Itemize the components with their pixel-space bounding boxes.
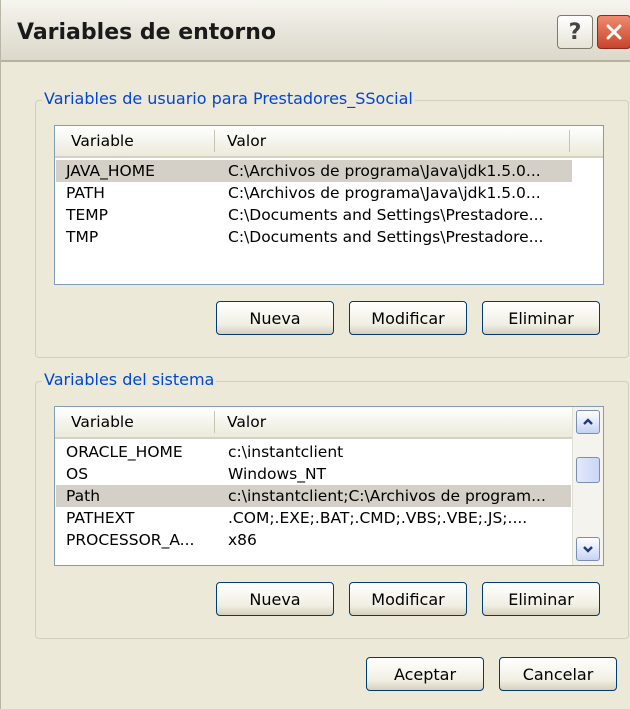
table-row[interactable]: JAVA_HOME C:\Archivos de programa\Java\jd…: [56, 160, 572, 182]
help-button[interactable]: ?: [557, 15, 593, 49]
variable-name-cell: TEMP: [66, 206, 108, 224]
list-header: Variable Valor: [55, 407, 573, 439]
table-row[interactable]: PROCESSOR_A... x86: [56, 529, 571, 551]
column-header-variable[interactable]: Variable: [71, 132, 134, 150]
table-row[interactable]: Path c:\instantclient;C:\Archivos de prog…: [56, 485, 571, 507]
user-variables-group: Variables de usuario para Prestadores_SS…: [35, 89, 629, 358]
table-row[interactable]: ORACLE_HOME c:\instantclient: [56, 441, 571, 463]
user-variables-list[interactable]: Variable Valor JAVA_HOME C:\Archivos de p…: [54, 125, 604, 285]
close-icon: [606, 24, 622, 40]
variable-value-cell: c:\instantclient;C:\Archivos de program.…: [228, 487, 546, 505]
cancel-button[interactable]: Cancelar: [499, 657, 617, 691]
user-new-button[interactable]: Nueva: [216, 301, 334, 335]
table-row[interactable]: TMP C:\Documents and Settings\Prestadore.…: [56, 226, 572, 248]
system-variables-group: Variables del sistema Variable Valor ORA…: [35, 370, 629, 639]
system-variables-legend: Variables del sistema: [42, 370, 217, 389]
column-divider[interactable]: [569, 130, 570, 152]
system-variables-list[interactable]: Variable Valor ORACLE_HOME c:\instantclie…: [54, 406, 604, 566]
column-divider[interactable]: [214, 411, 215, 433]
variable-value-cell: C:\Documents and Settings\Prestadore...: [228, 206, 544, 224]
system-delete-button[interactable]: Eliminar: [482, 582, 600, 616]
ok-button[interactable]: Aceptar: [366, 657, 484, 691]
variable-name-cell: ORACLE_HOME: [66, 443, 183, 461]
user-variables-legend: Variables de usuario para Prestadores_SS…: [42, 89, 415, 108]
title-bar[interactable]: Variables de entorno ?: [1, 0, 630, 62]
user-delete-button[interactable]: Eliminar: [482, 301, 600, 335]
vertical-scrollbar[interactable]: [572, 407, 603, 565]
variable-value-cell: Windows_NT: [228, 465, 327, 483]
list-header: Variable Valor: [55, 126, 603, 158]
column-header-variable[interactable]: Variable: [71, 413, 134, 431]
scroll-thumb[interactable]: [576, 457, 600, 483]
variable-value-cell: x86: [228, 531, 257, 549]
table-row[interactable]: PATHEXT .COM;.EXE;.BAT;.CMD;.VBS;.VBE;.JS…: [56, 507, 571, 529]
window-title: Variables de entorno: [17, 20, 277, 45]
user-edit-button[interactable]: Modificar: [349, 301, 467, 335]
table-row[interactable]: TEMP C:\Documents and Settings\Prestadore…: [56, 204, 572, 226]
system-edit-button[interactable]: Modificar: [349, 582, 467, 616]
table-row[interactable]: OS Windows_NT: [56, 463, 571, 485]
variable-name-cell: PROCESSOR_A...: [66, 531, 195, 549]
scroll-up-button[interactable]: [576, 410, 600, 434]
system-new-button[interactable]: Nueva: [216, 582, 334, 616]
variable-value-cell: C:\Archivos de programa\Java\jdk1.5.0...: [228, 184, 541, 202]
variable-name-cell: PATH: [66, 184, 105, 202]
variable-value-cell: c:\instantclient: [228, 443, 344, 461]
variable-name-cell: PATHEXT: [66, 509, 135, 527]
variable-name-cell: OS: [66, 465, 89, 483]
scroll-down-button[interactable]: [576, 537, 600, 561]
variable-value-cell: C:\Archivos de programa\Java\jdk1.5.0...: [228, 162, 541, 180]
column-divider[interactable]: [214, 130, 215, 152]
variable-value-cell: .COM;.EXE;.BAT;.CMD;.VBS;.VBE;.JS;....: [228, 509, 528, 527]
chevron-down-icon: [583, 546, 593, 553]
help-icon: ?: [568, 19, 582, 45]
variable-name-cell: TMP: [66, 228, 99, 246]
table-row[interactable]: PATH C:\Archivos de programa\Java\jdk1.5.…: [56, 182, 572, 204]
variable-name-cell: JAVA_HOME: [66, 162, 155, 180]
variable-value-cell: C:\Documents and Settings\Prestadore...: [228, 228, 544, 246]
chevron-up-icon: [583, 418, 593, 425]
column-header-valor[interactable]: Valor: [227, 132, 266, 150]
column-header-valor[interactable]: Valor: [227, 413, 266, 431]
variable-name-cell: Path: [66, 487, 101, 505]
environment-variables-dialog: Variables de entorno ? Variables de usua…: [0, 0, 630, 709]
close-button[interactable]: [597, 15, 630, 49]
